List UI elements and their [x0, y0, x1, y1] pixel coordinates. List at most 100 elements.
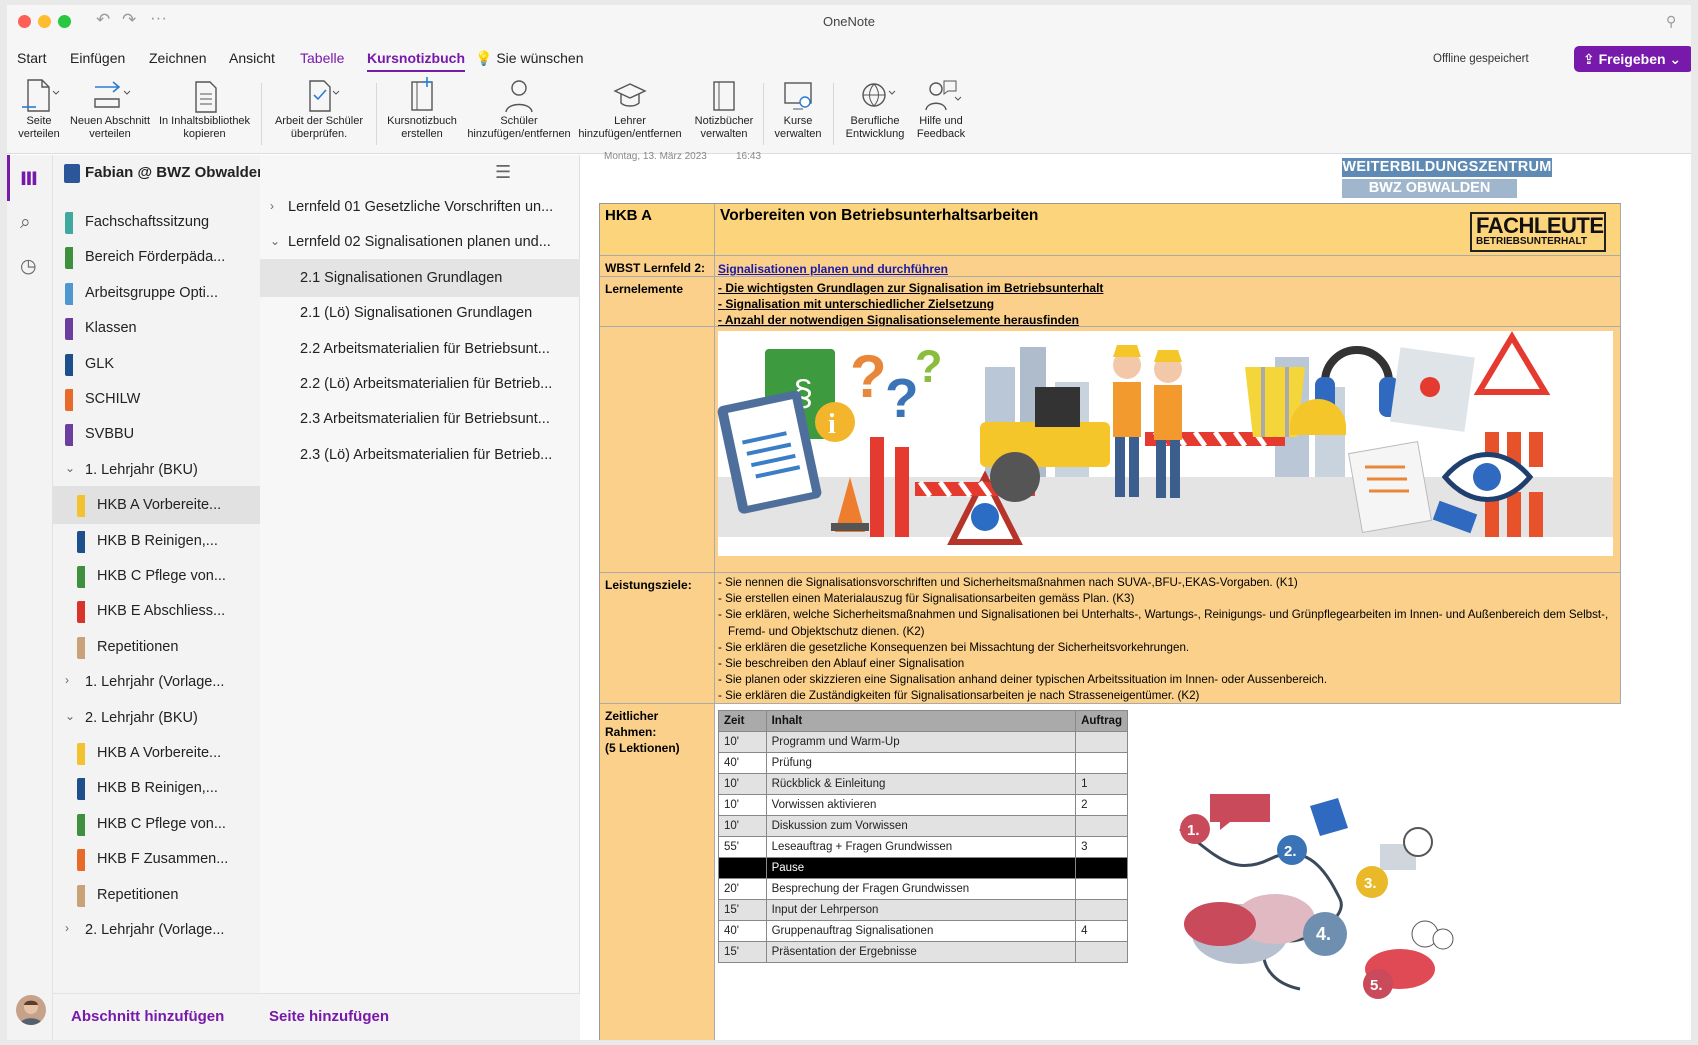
section-item[interactable]: HKB A Vorbereite...: [53, 734, 260, 772]
distribute-section-label: Neuen Abschnitt verteilen: [69, 115, 151, 140]
section-item[interactable]: GLK: [53, 345, 260, 383]
section-item[interactable]: ⌄ 2. Lehrjahr (BKU): [53, 699, 260, 737]
schedule-inhalt: Prüfung: [765, 752, 1077, 774]
manage-courses-button[interactable]: Kurse verwalten: [767, 75, 829, 154]
tab-einfuegen[interactable]: Einfügen: [70, 50, 125, 66]
page-item[interactable]: ⌄ Lernfeld 02 Signalisationen planen und.…: [260, 223, 580, 261]
section-color-tab: [77, 849, 85, 872]
manage-notebooks-button[interactable]: Notizbücher verwalten: [687, 75, 761, 154]
section-label: HKB E Abschliess...: [97, 603, 226, 620]
section-label: Fachschaftssitzung: [85, 214, 210, 230]
schedule-zeit: 10': [718, 773, 767, 795]
goal-list: - Sie nennen die Signalisationsvorschrif…: [718, 575, 1617, 703]
page-item[interactable]: › Lernfeld 01 Gesetzliche Vorschriften un…: [260, 188, 580, 226]
student-icon: [505, 80, 533, 113]
manage-students-button[interactable]: Schüler hinzufügen/entfernen: [462, 75, 576, 154]
lernelement-2: - Signalisation mit unterschiedlicher Zi…: [718, 297, 995, 311]
section-item[interactable]: SVBBU: [53, 415, 260, 453]
tab-tabelle[interactable]: Tabelle: [300, 50, 344, 66]
section-item[interactable]: Klassen: [53, 309, 260, 347]
app-title: OneNote: [822, 14, 876, 29]
section-item[interactable]: SCHILW: [53, 380, 260, 418]
add-page-button[interactable]: Seite hinzufügen: [269, 1008, 389, 1025]
section-color-tab: [77, 495, 85, 518]
lernelemente-label: Lernelemente: [605, 282, 684, 296]
recent-icon[interactable]: ◷: [20, 255, 37, 278]
create-notebook-button[interactable]: Kursnotizbuch erstellen: [382, 75, 462, 154]
section-item[interactable]: ⌄ 1. Lehrjahr (BKU): [53, 451, 260, 489]
section-color-tab: [65, 318, 73, 341]
distribute-page-button[interactable]: Seite verteilen: [13, 75, 65, 154]
school-banner: WEITERBILDUNGSZENTRUM BWZ OBWALDEN: [1342, 158, 1552, 198]
section-item[interactable]: Repetitionen: [53, 628, 260, 666]
help-feedback-button[interactable]: Hilfe und Feedback: [910, 75, 972, 154]
add-section-button[interactable]: Abschnitt hinzufügen: [71, 1008, 224, 1025]
pages-pane: ☰ › Lernfeld 01 Gesetzliche Vorschriften …: [260, 155, 580, 1040]
section-item[interactable]: HKB B Reinigen,...: [53, 769, 260, 807]
page-item[interactable]: 2.1 Signalisationen Grundlagen: [260, 258, 580, 297]
notebook-header[interactable]: Fabian @ BWZ Obwalden ⌄: [53, 155, 260, 189]
share-link-icon[interactable]: ⚲: [1666, 13, 1676, 30]
chevron-down-icon[interactable]: ⌄: [65, 709, 75, 723]
wbst-link[interactable]: Signalisationen planen und durchführen: [718, 262, 948, 276]
tab-kursnotizbuch[interactable]: Kursnotizbuch: [367, 50, 465, 72]
schedule-row: 10' Programm und Warm-Up: [718, 731, 1128, 753]
page-canvas[interactable]: Montag, 13. März 2023 16:43 WEITERBILDUN…: [581, 151, 1691, 1040]
tell-me[interactable]: 💡 Sie wünschen: [475, 50, 584, 67]
section-label: HKB B Reinigen,...: [97, 532, 218, 549]
review-work-button[interactable]: Arbeit der Schüler überprüfen.: [269, 75, 369, 154]
chevron-right-icon[interactable]: ›: [270, 199, 274, 213]
page-item[interactable]: 2.3 (Lö) Arbeitsmaterialien für Betrieb.…: [260, 436, 580, 474]
schedule-auftrag: [1075, 941, 1128, 963]
lernelemente-cell: - Die wichtigsten Grundlagen zur Signali…: [715, 277, 1621, 327]
section-label: HKB B Reinigen,...: [97, 780, 218, 797]
leistungsziele-cell: - Sie nennen die Signalisationsvorschrif…: [715, 573, 1621, 704]
section-item[interactable]: Bereich Förderpäda...: [53, 238, 260, 276]
page-item[interactable]: 2.1 (Lö) Signalisationen Grundlagen: [260, 294, 580, 332]
hkb-label: HKB A: [605, 207, 652, 224]
manage-teachers-button[interactable]: Lehrer hinzufügen/entfernen: [575, 75, 685, 154]
tab-ansicht[interactable]: Ansicht: [229, 50, 275, 66]
manage-teachers-label: Lehrer hinzufügen/entfernen: [578, 115, 682, 140]
notebooks-library-icon[interactable]: Ⅲ: [20, 168, 38, 191]
section-item[interactable]: HKB E Abschliess...: [53, 592, 260, 630]
share-button[interactable]: ⇪ Freigeben ⌄: [1574, 46, 1691, 72]
lesson-table[interactable]: HKB A Vorbereiten von Betriebsunterhalts…: [599, 203, 1621, 1040]
page-item[interactable]: 2.2 Arbeitsmaterialien für Betriebsunt..…: [260, 330, 580, 368]
col-auftrag: Auftrag: [1075, 710, 1128, 732]
title-cell: Vorbereiten von Betriebsunterhaltsarbeit…: [715, 204, 1621, 256]
section-item[interactable]: HKB A Vorbereite...: [53, 486, 260, 525]
chevron-right-icon[interactable]: ›: [65, 921, 69, 935]
section-item[interactable]: HKB C Pflege von...: [53, 805, 260, 843]
section-item[interactable]: Fachschaftssitzung: [53, 203, 260, 241]
distribute-section-icon: [94, 81, 131, 108]
distribute-section-button[interactable]: Neuen Abschnitt verteilen: [64, 75, 156, 154]
section-label: HKB F Zusammen...: [97, 851, 229, 868]
search-icon[interactable]: ⌕: [20, 212, 31, 234]
section-item[interactable]: › 2. Lehrjahr (Vorlage...: [53, 911, 260, 949]
save-status: Offline gespeichert: [1433, 53, 1529, 65]
section-item[interactable]: HKB F Zusammen...: [53, 840, 260, 878]
chevron-right-icon[interactable]: ›: [65, 673, 69, 687]
page-label: Lernfeld 02 Signalisationen planen und..…: [288, 234, 551, 251]
sort-icon[interactable]: ☰: [495, 162, 511, 183]
chevron-down-icon[interactable]: ⌄: [65, 461, 75, 475]
section-item[interactable]: Arbeitsgruppe Opti...: [53, 274, 260, 312]
manage-courses-label: Kurse verwalten: [774, 115, 822, 140]
copy-library-button[interactable]: In Inhaltsbibliothek kopieren: [152, 75, 257, 154]
tab-start[interactable]: Start: [17, 50, 47, 66]
schedule-row: 10' Diskussion zum Vorwissen: [718, 815, 1128, 837]
section-item[interactable]: Repetitionen: [53, 876, 260, 914]
page-item[interactable]: 2.2 (Lö) Arbeitsmaterialien für Betrieb.…: [260, 365, 580, 403]
tab-zeichnen[interactable]: Zeichnen: [149, 50, 207, 66]
courses-icon: [784, 82, 812, 110]
page-item[interactable]: 2.3 Arbeitsmaterialien für Betriebsunt..…: [260, 400, 580, 438]
professional-development-button[interactable]: Berufliche Entwicklung: [839, 75, 911, 154]
menu-bar: Start Einfügen Zeichnen Ansicht Tabelle …: [7, 39, 1691, 75]
section-item[interactable]: HKB B Reinigen,...: [53, 522, 260, 560]
section-item[interactable]: HKB C Pflege von...: [53, 557, 260, 595]
section-color-tab: [65, 282, 73, 305]
avatar[interactable]: [16, 995, 46, 1025]
section-item[interactable]: › 1. Lehrjahr (Vorlage...: [53, 663, 260, 701]
chevron-down-icon[interactable]: ⌄: [270, 234, 280, 248]
